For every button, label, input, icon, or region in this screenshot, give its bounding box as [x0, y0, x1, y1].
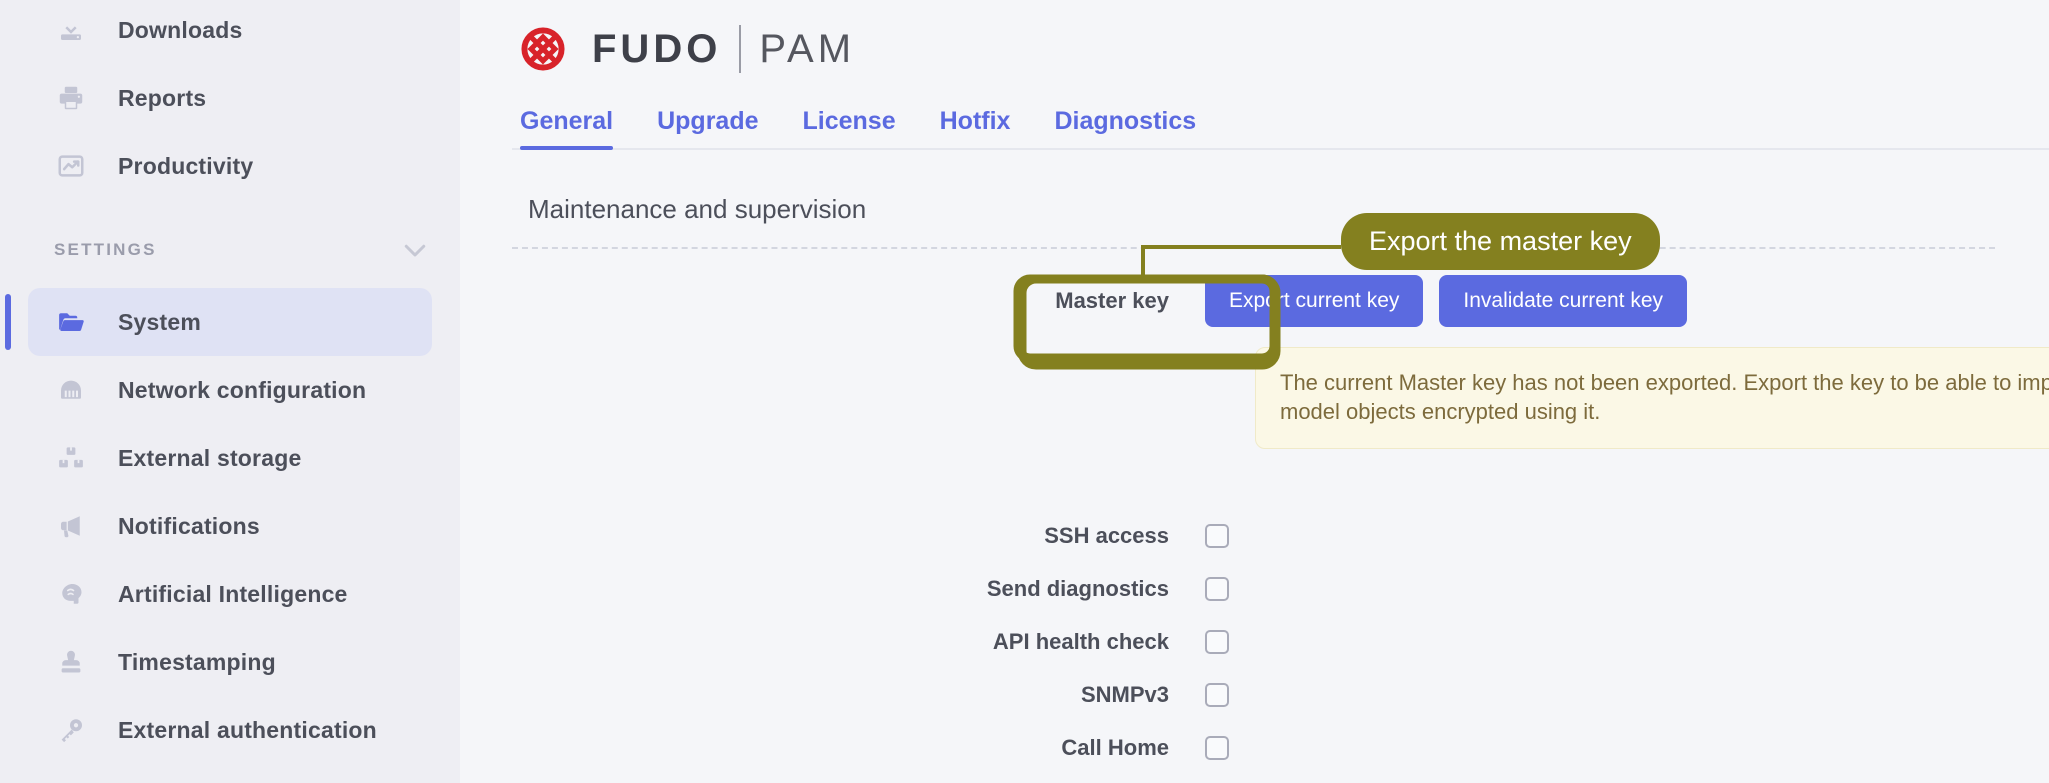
call-home-label: Call Home: [1061, 735, 1169, 760]
chart-line-icon: [54, 149, 88, 183]
sidebar-item-label: External storage: [118, 444, 302, 471]
brand-separator: [739, 25, 742, 73]
sidebar-item-label: Reports: [118, 84, 207, 111]
call-home-checkbox[interactable]: [1205, 736, 1229, 760]
api-health-check-checkbox[interactable]: [1205, 630, 1229, 654]
invalidate-current-key-button[interactable]: Invalidate current key: [1439, 275, 1688, 327]
sidebar: Downloads Reports Productivity SETTINGS …: [0, 0, 460, 783]
sidebar-item-external-storage[interactable]: External storage: [28, 424, 432, 492]
sidebar-item-downloads[interactable]: Downloads: [28, 0, 432, 64]
api-health-check-row: API health check: [460, 629, 2049, 655]
ssh-access-label: SSH access: [1044, 523, 1169, 548]
send-diagnostics-row: Send diagnostics: [460, 576, 2049, 602]
call-home-row: Call Home: [460, 735, 2049, 761]
sidebar-section-settings[interactable]: SETTINGS: [54, 222, 430, 278]
sidebar-item-artificial-intelligence[interactable]: Artificial Intelligence: [28, 560, 432, 628]
sidebar-item-label: System: [118, 308, 202, 335]
sidebar-item-external-authentication[interactable]: External authentication: [28, 696, 432, 764]
tab-upgrade[interactable]: Upgrade: [657, 107, 758, 148]
sidebar-item-system[interactable]: System: [5, 288, 432, 356]
send-diagnostics-label: Send diagnostics: [986, 576, 1169, 601]
sidebar-item-network-configuration[interactable]: Network configuration: [28, 356, 432, 424]
section-title: Maintenance and supervision: [528, 194, 867, 224]
printer-icon: [54, 81, 88, 115]
sidebar-item-notifications[interactable]: Notifications: [28, 492, 432, 560]
sidebar-item-productivity[interactable]: Productivity: [28, 132, 432, 200]
tab-license[interactable]: License: [803, 107, 896, 148]
fudo-knot-logo: [516, 22, 570, 76]
api-health-check-label: API health check: [992, 629, 1169, 654]
stamp-icon: [54, 645, 88, 679]
application-window: Downloads Reports Productivity SETTINGS …: [0, 0, 2049, 783]
snmpv3-label: SNMPv3: [1080, 682, 1169, 707]
sidebar-item-label: Downloads: [118, 16, 243, 43]
brand-product: PAM: [759, 26, 856, 71]
brand-header: FUDO PAM: [460, 0, 2049, 80]
tab-diagnostics[interactable]: Diagnostics: [1054, 107, 1196, 148]
key-icon: [54, 713, 88, 747]
snmpv3-row: SNMPv3: [460, 682, 2049, 708]
brand-name: FUDO: [592, 26, 722, 71]
master-key-warning: The current Master key has not been expo…: [1255, 347, 2049, 450]
main-content: FUDO PAM General Upgrade License Hotfix …: [460, 0, 2049, 783]
sidebar-item-label: Artificial Intelligence: [118, 580, 348, 607]
snmpv3-checkbox[interactable]: [1205, 683, 1229, 707]
ssh-access-checkbox[interactable]: [1205, 524, 1229, 548]
sidebar-item-timestamping[interactable]: Timestamping: [28, 628, 432, 696]
brain-head-icon: [54, 577, 88, 611]
tab-bar: General Upgrade License Hotfix Diagnosti…: [512, 94, 2049, 150]
megaphone-icon: [54, 509, 88, 543]
active-indicator-bar: [5, 294, 11, 350]
sidebar-item-label: Network configuration: [118, 376, 367, 403]
section-divider: [512, 247, 1995, 249]
folder-icon: [54, 305, 88, 339]
sidebar-item-label: Productivity: [118, 152, 254, 179]
master-key-row: Master key Export current key Invalidate…: [460, 275, 2049, 327]
sidebar-item-label: Timestamping: [118, 648, 276, 675]
sidebar-item-reports[interactable]: Reports: [28, 64, 432, 132]
send-diagnostics-checkbox[interactable]: [1205, 577, 1229, 601]
download-icon: [54, 13, 88, 47]
storage-boxes-icon: [54, 441, 88, 475]
ssh-access-row: SSH access: [460, 523, 2049, 549]
network-port-icon: [54, 373, 88, 407]
sidebar-item-label: Notifications: [118, 512, 260, 539]
sidebar-section-label: SETTINGS: [54, 240, 157, 259]
chevron-down-icon[interactable]: [400, 235, 430, 265]
export-current-key-button[interactable]: Export current key: [1205, 275, 1424, 327]
tab-general[interactable]: General: [520, 107, 614, 150]
master-key-label: Master key: [1055, 288, 1169, 313]
sidebar-item-label: External authentication: [118, 716, 377, 743]
tab-hotfix[interactable]: Hotfix: [940, 107, 1011, 148]
